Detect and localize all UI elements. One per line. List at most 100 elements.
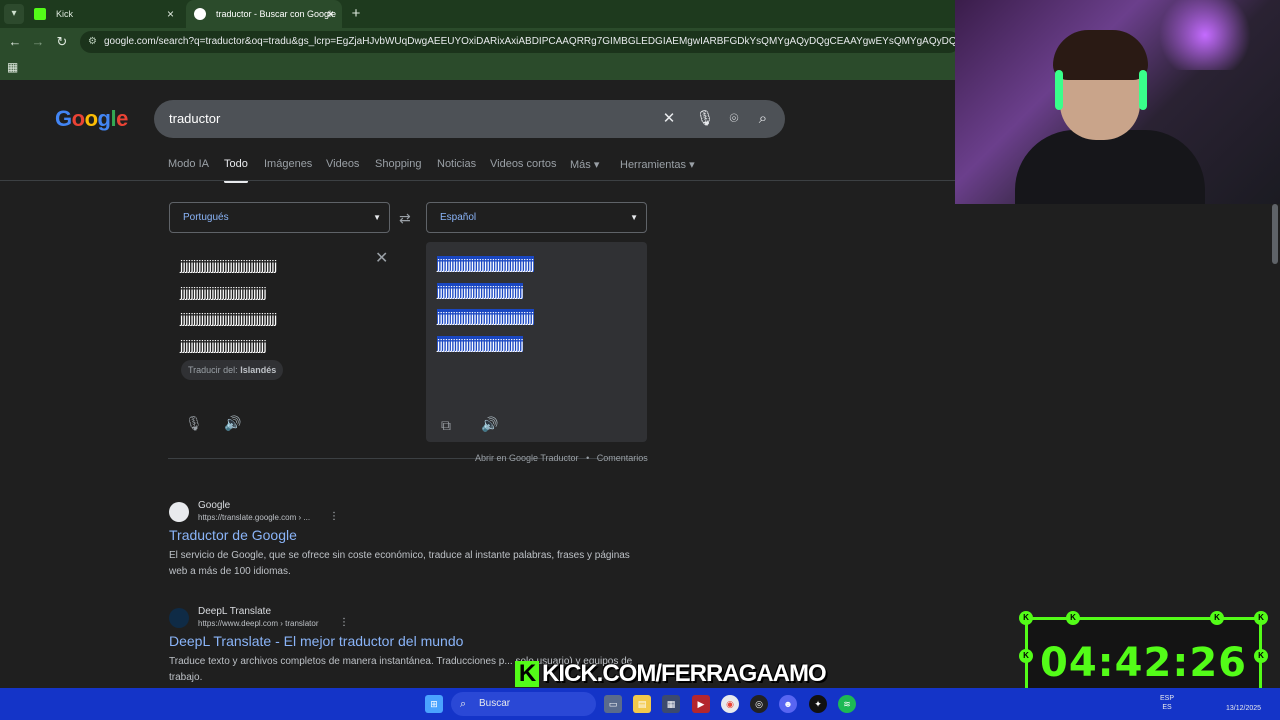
google-translate-favicon-icon bbox=[169, 502, 189, 522]
dropdown-arrow-icon: ▼ bbox=[373, 213, 381, 222]
new-tab-button[interactable]: + bbox=[346, 4, 366, 24]
timer-value: 04:42:26 bbox=[1040, 640, 1247, 686]
source-line: jjjjjjjjjjjjjjjjjjjjjjjjjjjjjjjjj bbox=[180, 283, 267, 300]
page-scrollbar[interactable] bbox=[1270, 204, 1280, 688]
search-query[interactable]: traductor bbox=[169, 100, 220, 138]
detected-language-chip[interactable]: Traducir del: Islandés bbox=[181, 360, 284, 380]
search-icon[interactable]: ⌕ bbox=[753, 109, 773, 129]
translation-line: jjjjjjjjjjjjjjjjjjjjjjjjjjjjjjjjj bbox=[437, 282, 524, 299]
source-text-area[interactable]: jjjjjjjjjjjjjjjjjjjjjjjjjjjjjjjjjjjjj jj… bbox=[180, 252, 370, 358]
result-url[interactable]: https://www.deepl.com › translator bbox=[198, 619, 319, 628]
tab-mas[interactable]: Más ▾ bbox=[570, 158, 599, 171]
speaker-icon[interactable]: 🔊 bbox=[224, 415, 241, 432]
spotify-icon[interactable]: ≋ bbox=[838, 695, 856, 713]
translation-text[interactable]: jjjjjjjjjjjjjjjjjjjjjjjjjjjjjjjjjjjjj jj… bbox=[437, 251, 637, 357]
camera-lens-icon[interactable]: ⌾ bbox=[724, 109, 744, 129]
headphone-left bbox=[1055, 70, 1063, 110]
tab-google-search[interactable]: traductor - Buscar con Google × bbox=[186, 0, 342, 28]
taskbar-search[interactable]: ⌕ Buscar bbox=[451, 692, 596, 716]
kick-favicon-icon bbox=[34, 8, 46, 20]
clear-icon[interactable]: ✕ bbox=[659, 109, 679, 129]
source-language-select[interactable]: Portugués ▼ bbox=[169, 202, 390, 233]
close-tab-icon[interactable]: × bbox=[327, 0, 334, 28]
source-line: jjjjjjjjjjjjjjjjjjjjjjjjjjjjjjjjjjjjj bbox=[180, 257, 277, 273]
webcam-overlay bbox=[955, 0, 1280, 204]
scrollbar-thumb[interactable] bbox=[1272, 204, 1278, 264]
search-box[interactable]: traductor ✕ 🎙 ⌾ ⌕ bbox=[154, 100, 785, 138]
discord-icon[interactable]: ☻ bbox=[779, 695, 797, 713]
microphone-icon[interactable]: 🎙 bbox=[185, 415, 203, 432]
tab-herramientas-label: Herramientas bbox=[620, 159, 687, 171]
more-options-icon[interactable]: ⋮ bbox=[339, 617, 349, 628]
result-url[interactable]: https://translate.google.com › ... bbox=[198, 513, 310, 522]
tab-videos[interactable]: Videos bbox=[326, 158, 359, 170]
tab-noticias[interactable]: Noticias bbox=[437, 158, 476, 170]
tab-todo[interactable]: Todo bbox=[224, 158, 248, 183]
translation-line: jjjjjjjjjjjjjjjjjjjjjjjjjjjjjjjjjjjjj bbox=[437, 309, 534, 325]
result-title[interactable]: DeepL Translate - El mejor traductor del… bbox=[169, 633, 463, 649]
tab-label: traductor - Buscar con Google bbox=[216, 9, 337, 19]
tab-label: Kick bbox=[56, 9, 74, 19]
tab-modo-ia[interactable]: Modo IA bbox=[168, 158, 209, 170]
result-title[interactable]: Traductor de Google bbox=[169, 527, 297, 543]
address-bar[interactable]: ⚙ google.com/search?q=traductor&oq=tradu… bbox=[80, 31, 960, 53]
keyboard-language[interactable]: ESP ES bbox=[1160, 694, 1174, 712]
system-date[interactable]: 13/12/2025 bbox=[1226, 704, 1261, 713]
google-logo[interactable]: Google bbox=[55, 106, 128, 132]
file-explorer-icon[interactable]: ▤ bbox=[633, 695, 651, 713]
background-light bbox=[1150, 0, 1260, 70]
tab-kick[interactable]: Kick × bbox=[26, 0, 182, 28]
source-line: jjjjjjjjjjjjjjjjjjjjjjjjjjjjjjjjj bbox=[180, 336, 267, 353]
tab-imagenes[interactable]: Imágenes bbox=[264, 158, 312, 170]
open-translator-link[interactable]: Abrir en Google Traductor bbox=[475, 453, 579, 463]
translator-footer-links: Abrir en Google Traductor • Comentarios bbox=[475, 453, 648, 463]
result-site-name[interactable]: DeepL Translate bbox=[198, 606, 271, 617]
back-arrow-icon[interactable]: ← bbox=[6, 33, 24, 51]
translation-line: jjjjjjjjjjjjjjjjjjjjjjjjjjjjjjjjj bbox=[437, 335, 524, 352]
detected-language: Islandés bbox=[240, 365, 277, 375]
swap-languages-icon[interactable]: ⇄ bbox=[399, 210, 411, 227]
streamer-body bbox=[1015, 130, 1205, 204]
kick-logo-icon: K bbox=[515, 661, 539, 687]
dropdown-arrow-icon: ▼ bbox=[630, 213, 638, 222]
tab-herramientas[interactable]: Herramientas ▾ bbox=[620, 158, 695, 171]
site-info-icon[interactable]: ⚙ bbox=[88, 31, 97, 53]
url-text: google.com/search?q=traductor&oq=tradu&g… bbox=[104, 36, 960, 47]
copy-icon[interactable]: ⧉ bbox=[441, 417, 451, 434]
deepl-favicon-icon bbox=[169, 608, 189, 628]
separator-dot: • bbox=[586, 453, 590, 463]
chrome-icon[interactable]: ◉ bbox=[721, 695, 739, 713]
store-icon[interactable]: ▦ bbox=[662, 695, 680, 713]
apps-grid-icon[interactable]: ▦ bbox=[7, 60, 18, 74]
clear-source-icon[interactable]: ✕ bbox=[375, 248, 388, 268]
windows-start-icon[interactable]: ⊞ bbox=[425, 695, 443, 713]
kick-k-icon: K bbox=[1254, 611, 1268, 625]
tab-videos-cortos[interactable]: Videos cortos bbox=[490, 158, 556, 170]
app-icon[interactable]: ✦ bbox=[809, 695, 827, 713]
forward-arrow-icon[interactable]: → bbox=[29, 33, 47, 51]
kick-k-icon: K bbox=[1066, 611, 1080, 625]
result-site-name[interactable]: Google bbox=[198, 500, 230, 511]
target-language-label: Español bbox=[440, 212, 477, 223]
windows-taskbar: ⊞ ⌕ Buscar ▭ ▤ ▦ ▶ ◉ ◎ ☻ ✦ ≋ ESP ES 13/1… bbox=[0, 688, 1280, 720]
kick-channel-text: KICK.COM/FERRAGAAMO bbox=[542, 660, 827, 687]
task-view-icon[interactable]: ▭ bbox=[604, 695, 622, 713]
reload-icon[interactable]: ↻ bbox=[53, 33, 71, 51]
app-icon[interactable]: ▶ bbox=[692, 695, 710, 713]
source-language-label: Portugués bbox=[183, 212, 229, 223]
obs-icon[interactable]: ◎ bbox=[750, 695, 768, 713]
tab-shopping[interactable]: Shopping bbox=[375, 158, 422, 170]
lang-sub: ES bbox=[1162, 704, 1172, 711]
source-line: jjjjjjjjjjjjjjjjjjjjjjjjjjjjjjjjjjjjj bbox=[180, 310, 277, 326]
feedback-link[interactable]: Comentarios bbox=[597, 453, 648, 463]
more-options-icon[interactable]: ⋮ bbox=[329, 511, 339, 522]
target-language-select[interactable]: Español ▼ bbox=[426, 202, 647, 233]
speaker-icon[interactable]: 🔊 bbox=[481, 416, 498, 433]
tab-search-button[interactable]: ▾ bbox=[4, 4, 24, 24]
close-tab-icon[interactable]: × bbox=[167, 0, 174, 28]
headphone-right bbox=[1139, 70, 1147, 110]
tab-mas-label: Más bbox=[570, 159, 591, 171]
google-favicon-icon bbox=[194, 8, 206, 20]
microphone-icon[interactable]: 🎙 bbox=[695, 109, 715, 129]
lang-code: ESP bbox=[1160, 695, 1175, 702]
